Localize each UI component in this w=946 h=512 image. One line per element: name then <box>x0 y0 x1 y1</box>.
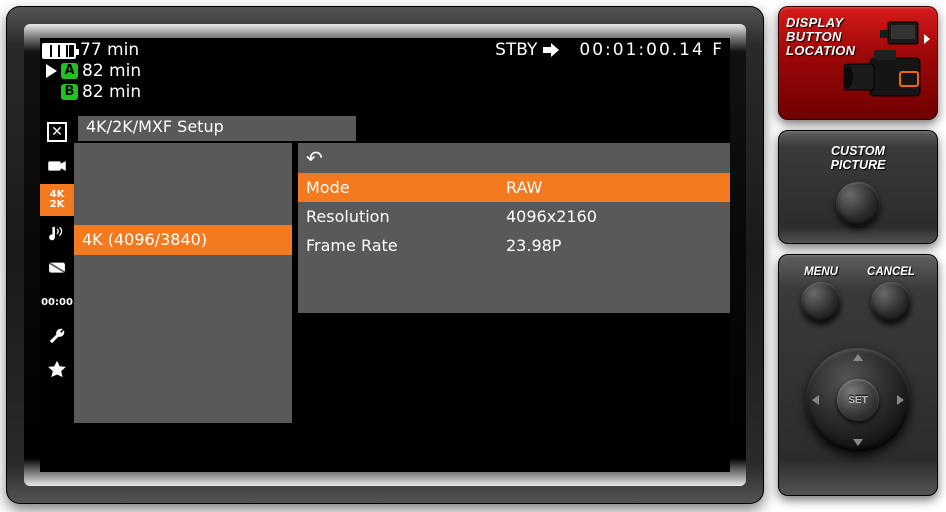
cancel-button-label: CANCEL <box>867 266 915 278</box>
menu-setting-framerate[interactable]: Frame Rate 23.98P <box>298 231 730 260</box>
slot-a-icon: A <box>61 63 78 79</box>
menu-cancel-panel: MENU CANCEL SET <box>778 254 938 496</box>
menu-icon-column: ✕ 4K2K 00:00 <box>40 116 74 472</box>
dial-left-icon[interactable] <box>812 395 819 405</box>
set-button-label: SET <box>848 395 867 406</box>
menu-wrench-icon[interactable] <box>40 320 74 352</box>
setting-value: 4096x2160 <box>506 202 597 231</box>
dial-right-icon[interactable] <box>897 395 904 405</box>
setting-value: 23.98P <box>506 231 561 260</box>
menu-monitor-icon[interactable] <box>40 252 74 284</box>
slot-b-time: 82 min <box>82 82 141 102</box>
camera-monitor: 77 min STBY 00:01:00.14 F A 82 min B 82 … <box>6 6 764 504</box>
custom-picture-button[interactable] <box>836 182 880 226</box>
set-button[interactable]: SET <box>837 379 879 421</box>
menu-button[interactable] <box>801 282 841 322</box>
setting-key: Resolution <box>306 202 506 231</box>
menu-4k2k-icon[interactable]: 4K2K <box>40 184 74 216</box>
menu-setting-resolution[interactable]: Resolution 4096x2160 <box>298 202 730 231</box>
forward-arrow-icon <box>543 43 559 57</box>
menu-star-icon[interactable] <box>40 354 74 386</box>
monitor-bezel: 77 min STBY 00:01:00.14 F A 82 min B 82 … <box>24 24 746 486</box>
custom-picture-panel: CUSTOMPICTURE <box>778 130 938 244</box>
timecode: 00:01:00.14 F <box>579 40 724 60</box>
slot-a-time: 82 min <box>82 61 141 81</box>
menu-audio-icon[interactable] <box>40 218 74 250</box>
record-state: STBY <box>495 40 559 60</box>
menu-category-panel: 4K (4096/3840) <box>74 143 292 423</box>
record-state-text: STBY <box>495 40 537 60</box>
menu-button-label: MENU <box>801 266 841 278</box>
custom-picture-label: CUSTOMPICTURE <box>778 144 938 172</box>
menu-camera-icon[interactable] <box>40 150 74 182</box>
dial-down-icon[interactable] <box>853 439 863 446</box>
setting-value: RAW <box>506 173 542 202</box>
setting-key: Frame Rate <box>306 231 506 260</box>
dial-up-icon[interactable] <box>853 354 863 361</box>
menu-category-selected[interactable]: 4K (4096/3840) <box>74 225 292 255</box>
display-button-location-panel[interactable]: DISPLAYBUTTONLOCATION <box>778 6 938 120</box>
cancel-button[interactable] <box>871 282 911 322</box>
play-icon <box>46 64 57 78</box>
side-panels: DISPLAYBUTTONLOCATION CUSTO <box>778 6 938 506</box>
camera-screen: 77 min STBY 00:01:00.14 F A 82 min B 82 … <box>40 38 730 472</box>
battery-icon <box>42 43 76 59</box>
battery-remaining: 77 min <box>80 40 139 60</box>
setting-key: Mode <box>306 173 506 202</box>
joystick-dial[interactable]: SET <box>806 348 910 452</box>
menu-area: ✕ 4K2K 00:00 <box>40 116 730 472</box>
menu-back-icon[interactable]: ↶ <box>298 143 730 173</box>
menu-settings-panel: ↶ Mode RAW Resolution 4096x2160 Frame Ra… <box>298 143 730 313</box>
camera-diagram-icon <box>840 20 932 110</box>
menu-close-icon[interactable]: ✕ <box>40 116 74 148</box>
slot-b-icon: B <box>61 84 78 100</box>
menu-tc-icon[interactable]: 00:00 <box>40 286 74 318</box>
status-bar: 77 min STBY 00:01:00.14 F A 82 min B 82 … <box>40 38 730 102</box>
menu-setting-mode[interactable]: Mode RAW <box>298 173 730 202</box>
